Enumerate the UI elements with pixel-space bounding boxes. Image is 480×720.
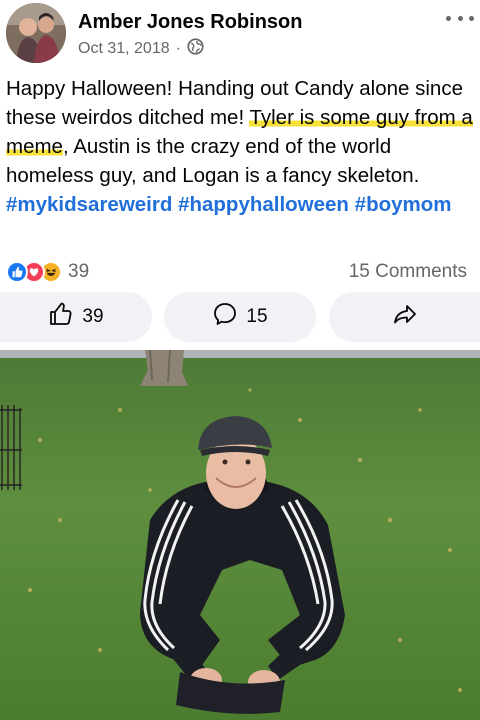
like-count: 39 [82, 306, 104, 327]
comment-count: 15 [246, 306, 268, 327]
reaction-count: 39 [68, 261, 90, 282]
author-name[interactable]: Amber Jones Robinson [78, 11, 302, 34]
meta-separator: · [175, 40, 181, 57]
like-button[interactable]: 39 [0, 292, 152, 342]
post-photo[interactable] [0, 350, 480, 720]
globe-icon [187, 38, 204, 60]
thumbs-up-icon [48, 301, 74, 333]
share-button[interactable] [329, 292, 480, 342]
comments-count-link[interactable]: 15 Comments [349, 261, 467, 283]
reactions-summary[interactable]: 39 [6, 258, 89, 286]
share-arrow-icon [392, 301, 418, 333]
hashtag-boymom[interactable]: #boymom [355, 193, 452, 216]
hashtag-mykidsareweird[interactable]: #mykidsareweird [6, 193, 172, 216]
comment-bubble-icon [212, 301, 238, 333]
post-header: Amber Jones Robinson Oct 31, 2018 · [0, 0, 480, 64]
comment-button[interactable]: 15 [164, 292, 316, 342]
post-text-part2: , Austin is the crazy end of the world h… [6, 135, 420, 187]
post-text: Happy Halloween! Handing out Candy alone… [6, 74, 476, 219]
avatar[interactable] [6, 3, 66, 63]
more-options-button[interactable] [446, 8, 474, 28]
like-reaction-icon [6, 261, 28, 283]
post-date[interactable]: Oct 31, 2018 [78, 40, 170, 58]
post-meta: Oct 31, 2018 · [78, 38, 204, 60]
action-bar: 39 15 [0, 292, 480, 342]
hashtag-happyhalloween[interactable]: #happyhalloween [178, 193, 349, 216]
